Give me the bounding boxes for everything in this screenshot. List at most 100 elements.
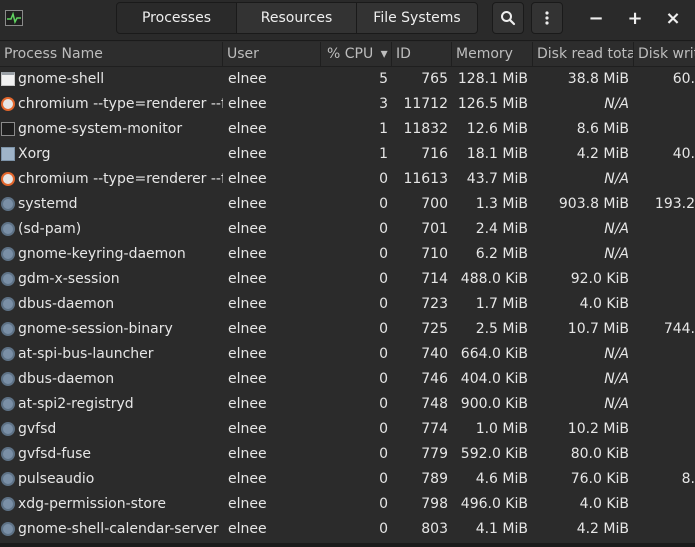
cell-user: elnee <box>228 296 267 312</box>
cell-id: 710 <box>421 246 448 262</box>
cell-user: elnee <box>228 496 267 512</box>
cell-memory: 6.2 MiB <box>475 246 528 262</box>
table-row[interactable]: gvfsd-fuse elnee 0 779 592.0 KiB 80.0 KiB <box>0 442 695 467</box>
cell-disk-read: N/A <box>604 246 629 262</box>
column-header-memory[interactable]: Memory <box>452 42 533 66</box>
table-row[interactable]: chromium --type=renderer --f elnee 0 11613 4… <box>0 167 695 192</box>
cell-id: 11832 <box>403 121 448 137</box>
cell-user: elnee <box>228 396 267 412</box>
table-row[interactable]: Xorg elnee 1 716 18.1 MiB 4.2 MiB 40. <box>0 142 695 167</box>
cell-disk-write <box>634 417 695 442</box>
table-row[interactable]: at-spi-bus-launcher elnee 0 740 664.0 KiB N/A <box>0 342 695 367</box>
cell-id: 748 <box>421 396 448 412</box>
close-button[interactable]: × <box>659 4 687 32</box>
cell-user: elnee <box>228 471 267 487</box>
gear-icon <box>1 372 15 386</box>
tab-resources[interactable]: Resources <box>236 2 357 34</box>
cell-disk-read: 76.0 KiB <box>570 471 629 487</box>
cell-disk-write <box>634 442 695 467</box>
table-row[interactable]: dbus-daemon elnee 0 723 1.7 MiB 4.0 KiB <box>0 292 695 317</box>
gear-icon <box>1 272 15 286</box>
table-row[interactable]: gnome-system-monitor elnee 1 11832 12.6 MiB 8… <box>0 117 695 142</box>
column-header-process-name[interactable]: Process Name <box>0 42 223 66</box>
cell-cpu: 0 <box>379 446 388 462</box>
table-row[interactable]: at-spi2-registryd elnee 0 748 900.0 KiB N/A <box>0 392 695 417</box>
cell-disk-read: 4.2 MiB <box>576 521 629 537</box>
cell-cpu: 1 <box>379 121 388 137</box>
gear-icon <box>1 197 15 211</box>
cell-cpu: 0 <box>379 521 388 537</box>
table-row[interactable]: chromium --type=renderer --f elnee 3 11712 1… <box>0 92 695 117</box>
cell-memory: 496.0 KiB <box>460 496 528 512</box>
table-row[interactable]: gvfsd elnee 0 774 1.0 MiB 10.2 MiB <box>0 417 695 442</box>
cell-disk-read: N/A <box>604 371 629 387</box>
cell-id: 803 <box>421 521 448 537</box>
cell-disk-write: 193.2 <box>634 192 695 217</box>
cell-name: at-spi-bus-launcher <box>18 346 154 362</box>
table-row[interactable]: gnome-shell-calendar-server elnee 0 803 4.1 … <box>0 517 695 542</box>
cell-disk-write: 40. <box>634 142 695 167</box>
cell-user: elnee <box>228 346 267 362</box>
cell-memory: 4.6 MiB <box>475 471 528 487</box>
cell-name: gnome-system-monitor <box>18 121 183 137</box>
table-row[interactable]: systemd elnee 0 700 1.3 MiB 903.8 MiB 193.2 <box>0 192 695 217</box>
header-bar: Processes Resources File Systems − + × <box>0 0 695 41</box>
column-header-cpu[interactable]: % CPU ▾ <box>321 42 392 66</box>
cell-user: elnee <box>228 321 267 337</box>
table-row[interactable]: gdm-x-session elnee 0 714 488.0 KiB 92.0 KiB <box>0 267 695 292</box>
table-row[interactable]: gnome-session-binary elnee 0 725 2.5 MiB 10.7… <box>0 317 695 342</box>
gear-icon <box>1 322 15 336</box>
table-row[interactable]: (sd-pam) elnee 0 701 2.4 MiB N/A <box>0 217 695 242</box>
column-header-user[interactable]: User <box>223 42 321 66</box>
cell-memory: 4.1 MiB <box>475 521 528 537</box>
cell-disk-write: 744. <box>634 317 695 342</box>
column-header-disk-read[interactable]: Disk read tota <box>533 42 634 66</box>
minimize-button[interactable]: − <box>582 4 610 32</box>
cell-cpu: 0 <box>379 421 388 437</box>
view-switcher: Processes Resources File Systems <box>116 2 478 36</box>
cell-disk-write <box>634 517 695 542</box>
menu-button[interactable] <box>531 2 563 34</box>
table-row[interactable]: gnome-keyring-daemon elnee 0 710 6.2 MiB N/A <box>0 242 695 267</box>
chromium-icon <box>1 97 15 111</box>
cell-disk-write-value: 193.2 <box>654 196 695 212</box>
cell-user: elnee <box>228 221 267 237</box>
cell-memory: 18.1 MiB <box>466 146 528 162</box>
process-list[interactable]: gnome-shell elnee 5 765 128.1 MiB 38.8 MiB 60.… <box>0 67 695 547</box>
process-table-header: Process Name User % CPU ▾ ID Memory Disk… <box>0 42 695 67</box>
kebab-menu-icon <box>545 11 549 25</box>
cell-user: elnee <box>228 146 267 162</box>
system-monitor-icon <box>1 122 15 136</box>
cell-memory: 592.0 KiB <box>460 446 528 462</box>
tab-file-systems[interactable]: File Systems <box>356 2 478 34</box>
cell-disk-write <box>634 117 695 142</box>
table-row[interactable]: pulseaudio elnee 0 789 4.6 MiB 76.0 KiB 8. <box>0 467 695 492</box>
cell-user: elnee <box>228 246 267 262</box>
column-header-cpu-label: % CPU <box>327 46 374 62</box>
gear-icon <box>1 297 15 311</box>
cell-disk-read: N/A <box>604 346 629 362</box>
cell-disk-write <box>634 392 695 417</box>
cell-disk-write <box>634 242 695 267</box>
column-header-id[interactable]: ID <box>392 42 452 66</box>
search-button[interactable] <box>492 2 524 34</box>
column-header-disk-write[interactable]: Disk writ <box>634 42 695 66</box>
cell-id: 701 <box>421 221 448 237</box>
table-row[interactable]: dbus-daemon elnee 0 746 404.0 KiB N/A <box>0 367 695 392</box>
tab-processes[interactable]: Processes <box>116 2 237 34</box>
cell-name: pulseaudio <box>18 471 95 487</box>
cell-user: elnee <box>228 371 267 387</box>
gear-icon <box>1 347 15 361</box>
cell-name: chromium --type=renderer --f <box>18 96 223 112</box>
cell-id: 716 <box>421 146 448 162</box>
cell-user: elnee <box>228 196 267 212</box>
sort-descending-icon: ▾ <box>380 46 388 62</box>
maximize-button[interactable]: + <box>621 4 649 32</box>
table-row[interactable]: gnome-shell elnee 5 765 128.1 MiB 38.8 MiB 60. <box>0 67 695 92</box>
cell-disk-read: 8.6 MiB <box>576 121 629 137</box>
cell-disk-read: N/A <box>604 96 629 112</box>
cell-memory: 664.0 KiB <box>460 346 528 362</box>
table-row[interactable]: xdg-permission-store elnee 0 798 496.0 KiB 4.… <box>0 492 695 517</box>
cell-disk-read: 38.8 MiB <box>567 71 629 87</box>
cell-name: gvfsd-fuse <box>18 446 92 462</box>
